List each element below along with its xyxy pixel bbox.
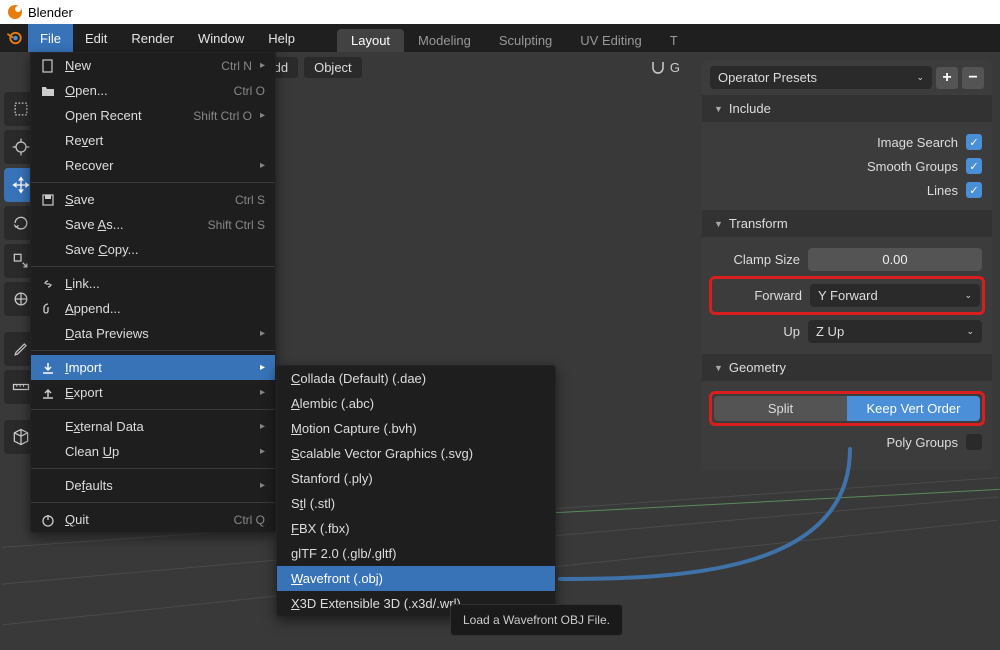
menu-window[interactable]: Window bbox=[186, 24, 256, 52]
workspace-tabs: Layout Modeling Sculpting UV Editing T bbox=[337, 24, 692, 52]
file-open-recent[interactable]: Open RecentShift Ctrl O▸ bbox=[31, 103, 275, 128]
tab-uv[interactable]: UV Editing bbox=[566, 29, 655, 52]
blender-app: File Edit Render Window Help Layout Mode… bbox=[0, 24, 1000, 650]
import-svg[interactable]: Scalable Vector Graphics (.svg) bbox=[277, 441, 555, 466]
split-highlight: Split Keep Vert Order bbox=[709, 391, 985, 426]
checkbox-image-search-row: Image Search✓ bbox=[712, 130, 982, 154]
file-export[interactable]: Export▸ bbox=[31, 380, 275, 405]
file-defaults[interactable]: Defaults▸ bbox=[31, 473, 275, 498]
preset-add-button[interactable]: + bbox=[936, 67, 958, 89]
file-revert[interactable]: Revert bbox=[31, 128, 275, 153]
file-data-previews[interactable]: Data Previews▸ bbox=[31, 321, 275, 346]
menu-separator bbox=[31, 182, 275, 183]
section-geometry[interactable]: ▼Geometry bbox=[702, 354, 992, 381]
header-object[interactable]: Object bbox=[304, 57, 362, 78]
file-save-copy[interactable]: Save Copy... bbox=[31, 237, 275, 262]
import-gltf[interactable]: glTF 2.0 (.glb/.gltf) bbox=[277, 541, 555, 566]
menu-help[interactable]: Help bbox=[256, 24, 307, 52]
split-button[interactable]: Split bbox=[714, 396, 847, 421]
checkbox-poly-groups-row: Poly Groups bbox=[712, 430, 982, 454]
menu-separator bbox=[31, 409, 275, 410]
power-icon bbox=[41, 513, 55, 527]
export-icon bbox=[41, 386, 55, 400]
file-link[interactable]: Link... bbox=[31, 271, 275, 296]
import-bvh[interactable]: Motion Capture (.bvh) bbox=[277, 416, 555, 441]
menu-separator bbox=[31, 266, 275, 267]
file-save-as[interactable]: Save As...Shift Ctrl S bbox=[31, 212, 275, 237]
import-ply[interactable]: Stanford (.ply) bbox=[277, 466, 555, 491]
preset-remove-button[interactable]: − bbox=[962, 67, 984, 89]
tab-layout[interactable]: Layout bbox=[337, 29, 404, 52]
keep-vert-order-button[interactable]: Keep Vert Order bbox=[847, 396, 980, 421]
checkbox-smooth-groups[interactable]: ✓ bbox=[966, 158, 982, 174]
import-stl[interactable]: Stl (.stl) bbox=[277, 491, 555, 516]
up-select[interactable]: Z Up⌄ bbox=[808, 320, 982, 343]
up-row: Up Z Up⌄ bbox=[712, 317, 982, 346]
file-menu-dropdown: NewCtrl N▸ Open...Ctrl O Open RecentShif… bbox=[30, 52, 276, 533]
menu-separator bbox=[31, 502, 275, 503]
menu-separator bbox=[31, 350, 275, 351]
topbar: File Edit Render Window Help Layout Mode… bbox=[0, 24, 1000, 52]
section-include[interactable]: ▼Include bbox=[702, 95, 992, 122]
tab-sculpting[interactable]: Sculpting bbox=[485, 29, 566, 52]
tooltip: Load a Wavefront OBJ File. bbox=[450, 604, 623, 636]
link-icon bbox=[41, 277, 55, 291]
file-clean-up[interactable]: Clean Up▸ bbox=[31, 439, 275, 464]
file-save[interactable]: SaveCtrl S bbox=[31, 187, 275, 212]
tab-modeling[interactable]: Modeling bbox=[404, 29, 485, 52]
import-obj[interactable]: Wavefront (.obj) bbox=[277, 566, 555, 591]
gizmo-label[interactable]: G bbox=[670, 60, 680, 75]
file-quit[interactable]: QuitCtrl Q bbox=[31, 507, 275, 532]
operator-presets-dropdown[interactable]: Operator Presets⌄ bbox=[710, 66, 932, 89]
file-new[interactable]: NewCtrl N▸ bbox=[31, 53, 275, 78]
checkbox-image-search[interactable]: ✓ bbox=[966, 134, 982, 150]
append-icon bbox=[41, 302, 55, 316]
file-new-icon bbox=[41, 59, 55, 73]
operator-panel: Operator Presets⌄ + − ▼Include Image Sea… bbox=[702, 60, 992, 470]
checkbox-smooth-groups-row: Smooth Groups✓ bbox=[712, 154, 982, 178]
file-import[interactable]: Import▸ bbox=[31, 355, 275, 380]
menu-file[interactable]: File bbox=[28, 24, 73, 52]
import-fbx[interactable]: FBX (.fbx) bbox=[277, 516, 555, 541]
tab-truncated[interactable]: T bbox=[656, 29, 692, 52]
checkbox-poly-groups[interactable] bbox=[966, 434, 982, 450]
checkbox-lines[interactable]: ✓ bbox=[966, 182, 982, 198]
clamp-size-row: Clamp Size 0.00 bbox=[712, 245, 982, 274]
menu-render[interactable]: Render bbox=[119, 24, 186, 52]
folder-icon bbox=[41, 84, 55, 98]
file-append[interactable]: Append... bbox=[31, 296, 275, 321]
blender-app-icon bbox=[8, 5, 22, 19]
forward-select[interactable]: Y Forward⌄ bbox=[810, 284, 980, 307]
file-recover[interactable]: Recover▸ bbox=[31, 153, 275, 178]
checkbox-lines-row: Lines✓ bbox=[712, 178, 982, 202]
import-alembic[interactable]: Alembic (.abc) bbox=[277, 391, 555, 416]
magnet-icon[interactable] bbox=[650, 59, 666, 75]
menu-separator bbox=[31, 468, 275, 469]
os-titlebar: Blender bbox=[0, 0, 1000, 24]
file-open[interactable]: Open...Ctrl O bbox=[31, 78, 275, 103]
import-collada[interactable]: Collada (Default) (.dae) bbox=[277, 366, 555, 391]
window-title: Blender bbox=[28, 5, 73, 20]
save-icon bbox=[41, 193, 55, 207]
menu-edit[interactable]: Edit bbox=[73, 24, 119, 52]
import-icon bbox=[41, 361, 55, 375]
section-transform[interactable]: ▼Transform bbox=[702, 210, 992, 237]
clamp-size-input[interactable]: 0.00 bbox=[808, 248, 982, 271]
file-external-data[interactable]: External Data▸ bbox=[31, 414, 275, 439]
import-submenu: Collada (Default) (.dae) Alembic (.abc) … bbox=[276, 365, 556, 617]
blender-logo-icon[interactable] bbox=[0, 24, 28, 52]
forward-highlight: Forward Y Forward⌄ bbox=[709, 276, 985, 315]
